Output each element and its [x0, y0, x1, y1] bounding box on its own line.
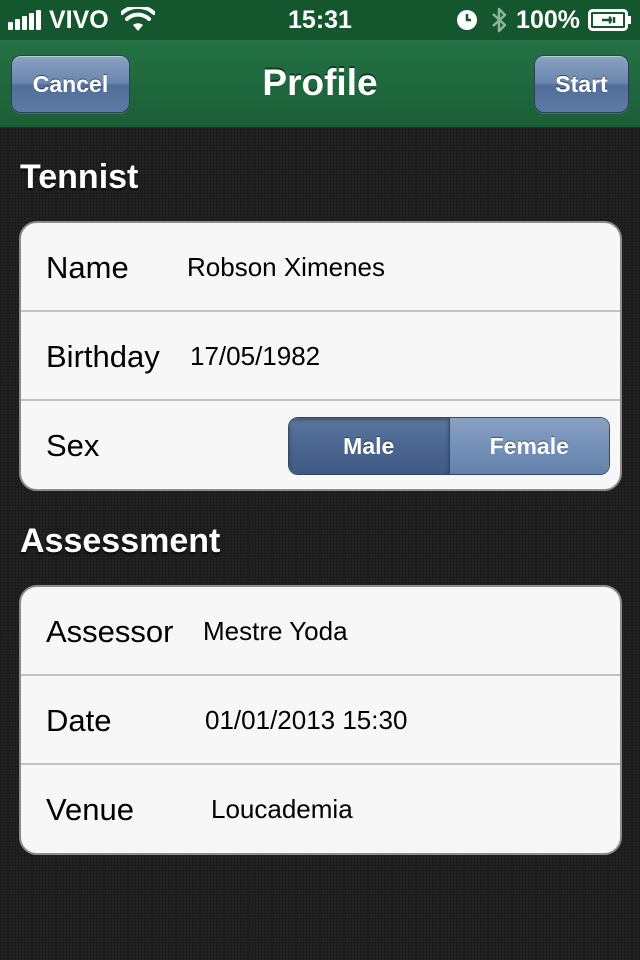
- assessor-value[interactable]: Mestre Yoda: [203, 587, 348, 676]
- assessor-row[interactable]: Assessor Mestre Yoda: [21, 587, 620, 676]
- assessor-label: Assessor: [46, 614, 174, 649]
- battery-charging-icon: [588, 9, 631, 31]
- assessment-section-header: Assessment: [20, 522, 221, 560]
- venue-label: Venue: [46, 792, 134, 827]
- date-row[interactable]: Date 01/01/2013 15:30: [21, 676, 620, 765]
- cancel-button[interactable]: Cancel: [11, 55, 130, 113]
- navigation-bar: Profile Cancel Start: [0, 40, 640, 128]
- segment-female[interactable]: Female: [448, 418, 609, 474]
- name-row[interactable]: Name Robson Ximenes: [21, 223, 620, 312]
- tennist-section-header: Tennist: [20, 158, 139, 196]
- sex-row: Sex Male Female: [21, 401, 620, 489]
- name-label: Name: [46, 250, 129, 285]
- birthday-label: Birthday: [46, 339, 160, 374]
- segment-male[interactable]: Male: [289, 418, 449, 474]
- birthday-row[interactable]: Birthday 17/05/1982: [21, 312, 620, 401]
- date-label: Date: [46, 703, 112, 738]
- name-value[interactable]: Robson Ximenes: [187, 223, 385, 312]
- clock-icon: [457, 10, 478, 30]
- battery-percent: 100%: [516, 5, 580, 34]
- date-value[interactable]: 01/01/2013 15:30: [205, 676, 407, 765]
- venue-row[interactable]: Venue Loucademia: [21, 765, 620, 853]
- venue-value[interactable]: Loucademia: [211, 765, 353, 853]
- sex-label: Sex: [46, 428, 100, 463]
- status-right: 100%: [456, 6, 632, 34]
- bluetooth-icon: [492, 7, 507, 33]
- status-bar: VIVO 15:31 100%: [0, 0, 640, 40]
- birthday-value[interactable]: 17/05/1982: [190, 312, 320, 401]
- assessment-group: Assessor Mestre Yoda Date 01/01/2013 15:…: [19, 585, 622, 855]
- tennist-group: Name Robson Ximenes Birthday 17/05/1982 …: [19, 221, 622, 491]
- start-button[interactable]: Start: [534, 55, 629, 113]
- sex-segmented-control[interactable]: Male Female: [288, 417, 610, 475]
